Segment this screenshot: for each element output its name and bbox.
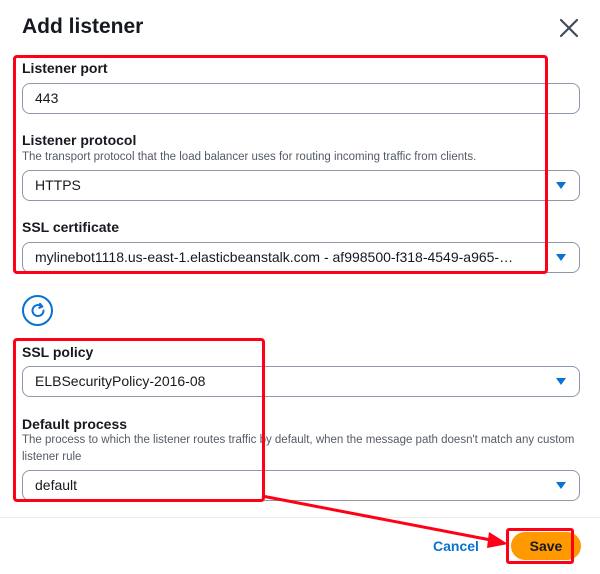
annotation-box-listener-settings bbox=[13, 55, 548, 274]
annotation-box-policy-process bbox=[13, 338, 265, 502]
caret-down-icon bbox=[556, 482, 566, 489]
caret-down-icon bbox=[556, 182, 566, 189]
refresh-icon bbox=[31, 302, 45, 317]
caret-down-icon bbox=[556, 378, 566, 385]
footer-divider bbox=[0, 517, 600, 518]
close-button[interactable] bbox=[556, 15, 582, 41]
cancel-button[interactable]: Cancel bbox=[433, 538, 479, 554]
modal-title: Add listener bbox=[22, 15, 144, 38]
annotation-box-save bbox=[506, 528, 574, 564]
caret-down-icon bbox=[556, 254, 566, 261]
close-icon bbox=[559, 18, 579, 38]
refresh-certificates-button[interactable] bbox=[22, 295, 53, 326]
